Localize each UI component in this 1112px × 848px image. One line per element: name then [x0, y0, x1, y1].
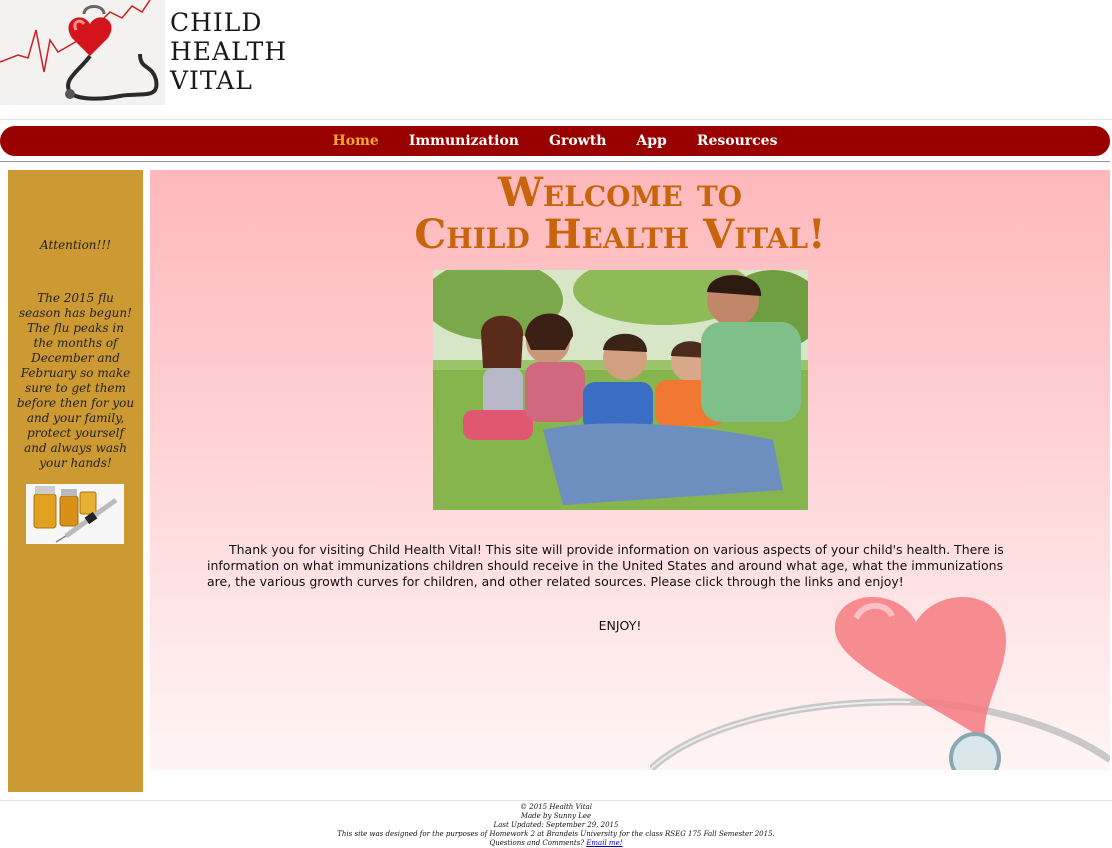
- site-footer: © 2015 Health Vital Made by Sunny Lee La…: [0, 803, 1112, 848]
- sidebar-attention-heading: Attention!!!: [39, 238, 111, 252]
- nav-item-resources[interactable]: Resources: [682, 133, 793, 149]
- footer-copyright: © 2015 Health Vital: [520, 803, 592, 811]
- footer-last-updated: Last Updated: September 29, 2015: [493, 821, 619, 829]
- page-title: Welcome to Child Health Vital!: [150, 170, 1090, 256]
- logo-line-3: VITAL: [170, 66, 253, 95]
- nav-item-growth[interactable]: Growth: [534, 133, 621, 149]
- family-photo: [433, 270, 808, 510]
- logo-wordmark: CHILD HEALTH VITAL: [170, 8, 287, 95]
- welcome-line-2: Child Health Vital!: [414, 211, 826, 258]
- sidebar: Attention!!! The 2015 flu season has beg…: [8, 170, 143, 792]
- enjoy-text: ENJOY!: [598, 618, 642, 633]
- logo-line-2: HEALTH: [170, 37, 288, 66]
- footer-purpose: This site was designed for the purposes …: [337, 830, 775, 838]
- vaccine-vials-image: [26, 484, 124, 544]
- footer-made-by: Made by Sunny Lee: [520, 812, 592, 820]
- nav-divider: [0, 161, 1110, 162]
- nav-item-app[interactable]: App: [621, 133, 681, 149]
- site-header: CHILD HEALTH VITAL: [0, 0, 1112, 120]
- intro-paragraph: Thank you for visiting Child Health Vita…: [207, 542, 1004, 589]
- footer-divider: [0, 800, 1112, 801]
- welcome-line-1: Welcome to: [497, 170, 743, 216]
- main-nav: Home Immunization Growth App Resources: [0, 126, 1110, 156]
- site-logo[interactable]: CHILD HEALTH VITAL: [0, 0, 286, 105]
- heart-stethoscope-decoration-icon: [650, 596, 1110, 770]
- footer-contact: Questions and Comments? Email me!: [0, 839, 1112, 848]
- heart-stethoscope-logo-icon: [0, 0, 165, 105]
- sidebar-flu-notice: The 2015 flu season has begun! The flu p…: [16, 291, 135, 470]
- nav-item-home[interactable]: Home: [318, 133, 394, 149]
- logo-line-1: CHILD: [170, 8, 263, 37]
- main-content: Welcome to Child Health Vital! Thank you…: [150, 170, 1110, 770]
- header-divider: [0, 119, 1112, 120]
- nav-item-immunization[interactable]: Immunization: [394, 133, 534, 149]
